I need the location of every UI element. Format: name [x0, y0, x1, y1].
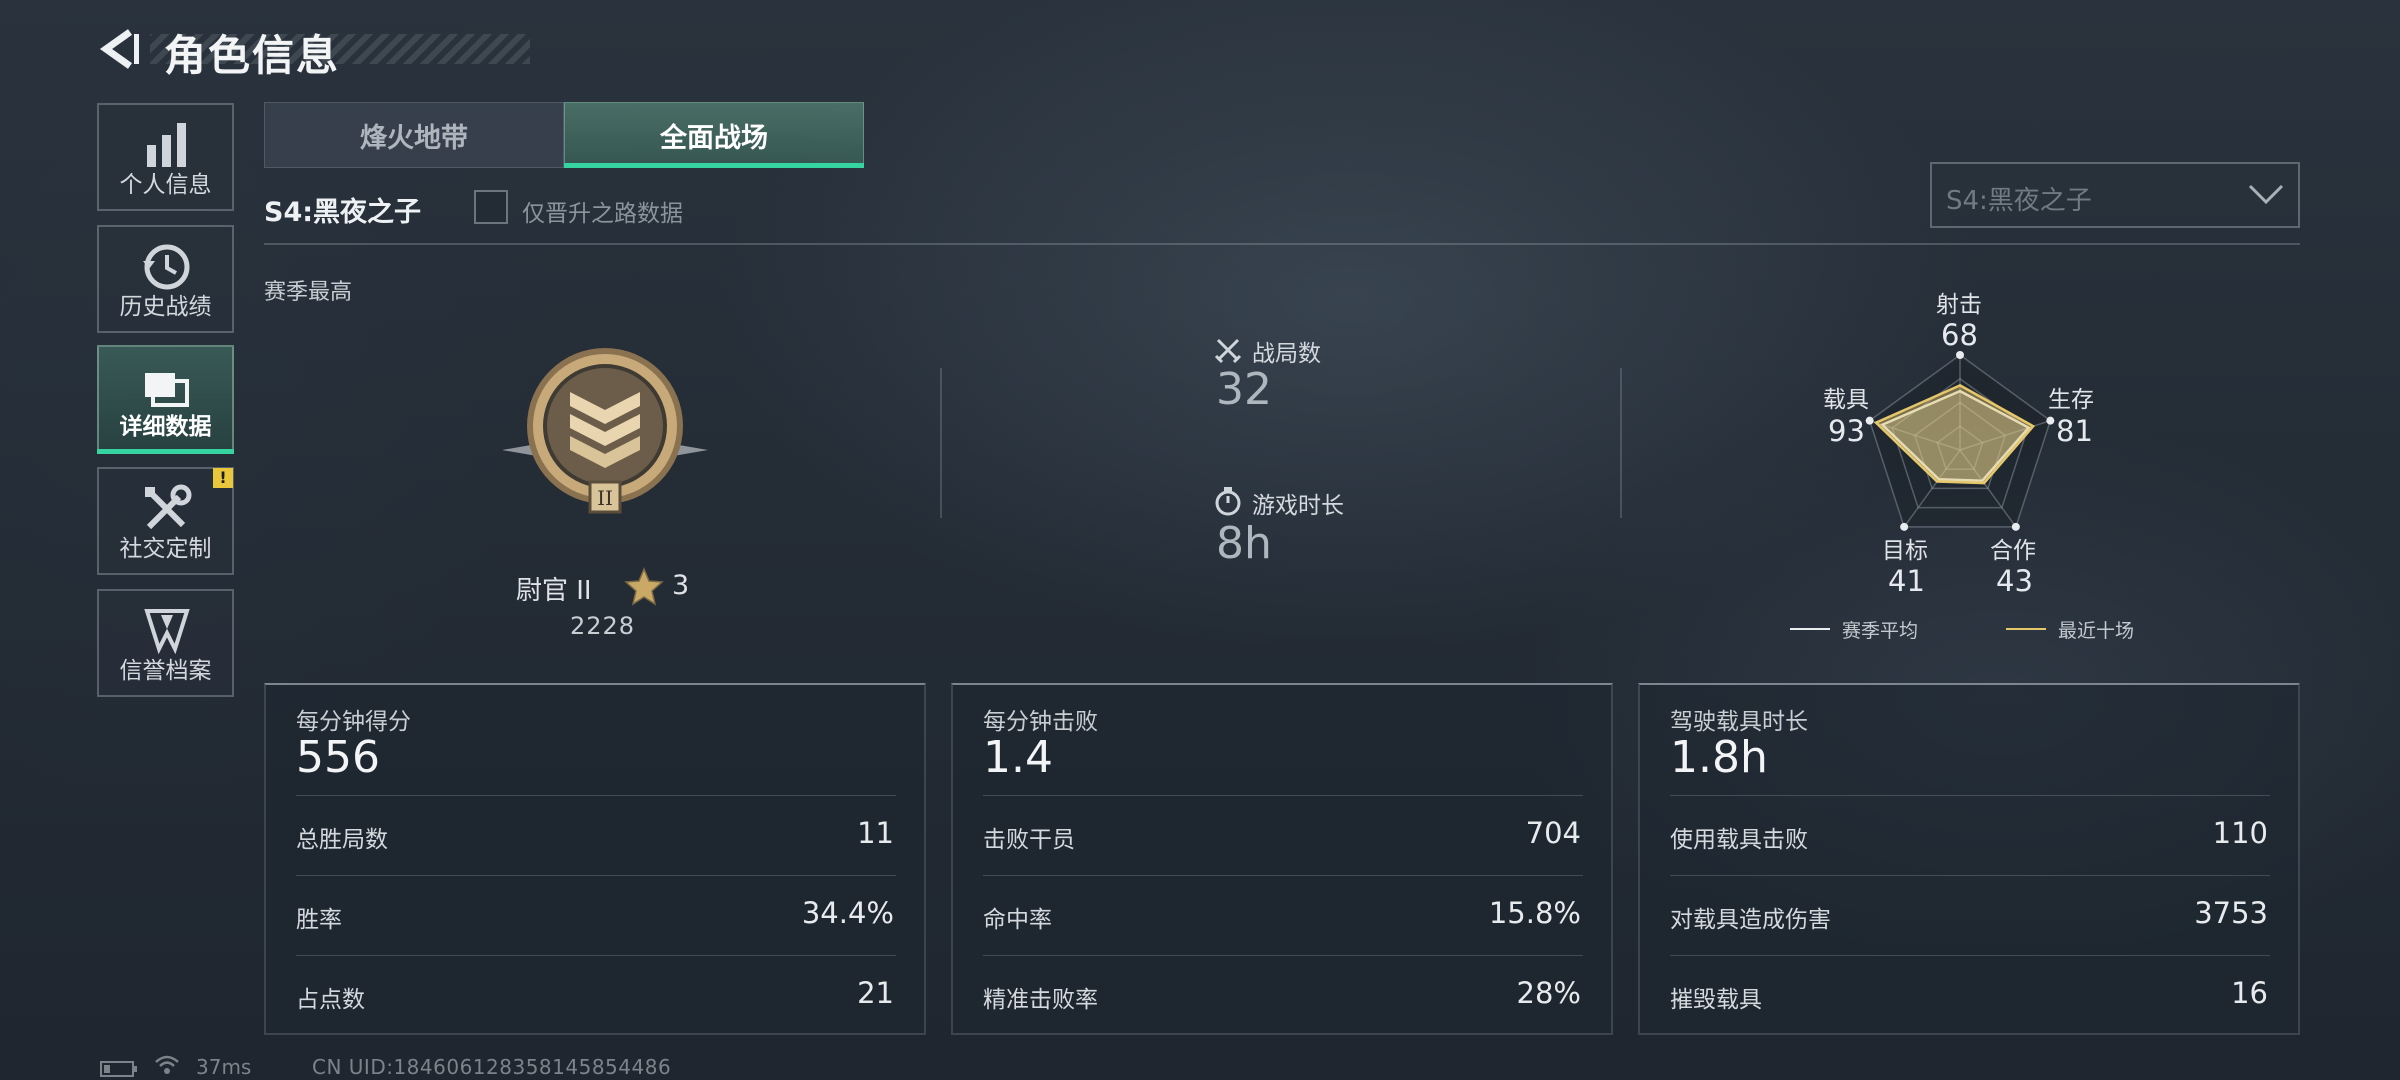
stat-row-value: 110 — [2212, 816, 2268, 850]
divider — [1670, 955, 2270, 956]
rank-name: 尉官 II — [516, 576, 592, 606]
playtime-label: 游戏时长 — [1252, 493, 1344, 519]
divider — [1620, 368, 1622, 518]
radar-axis-label: 目标 — [1882, 538, 1928, 564]
radar-axis-dot — [1900, 522, 1909, 531]
promotion-only-checkbox[interactable] — [474, 190, 508, 224]
matches-value: 32 — [1216, 364, 1272, 415]
stat-row-label: 总胜局数 — [296, 827, 388, 853]
sidebar-item-history[interactable]: 历史战绩 — [97, 225, 234, 333]
wifi-icon — [155, 1055, 179, 1074]
playtime-value: 8h — [1216, 518, 1272, 569]
page-title: 角色信息 — [164, 31, 341, 80]
battery-icon — [100, 1061, 137, 1077]
stat-row-value: 21 — [857, 976, 894, 1010]
season-name: S4:黑夜之子 — [264, 197, 422, 228]
stat-row-value: 34.4% — [801, 896, 894, 930]
checkbox-label: 仅晋升之路数据 — [522, 201, 683, 227]
tab-active-indicator — [564, 163, 864, 168]
stat-row-label: 摧毁载具 — [1670, 987, 1762, 1013]
radar-axis-dot — [2011, 522, 2020, 531]
tab-all-out-warfare[interactable]: 全面战场 — [564, 102, 864, 168]
radar-axis-label: 生存 — [2048, 387, 2094, 413]
stat-row-label: 击败干员 — [983, 827, 1075, 853]
history-clock-icon — [143, 244, 190, 290]
radar-axis-dot — [1956, 351, 1964, 359]
stat-row-value: 704 — [1525, 816, 1581, 850]
stat-row-label: 对载具造成伤害 — [1670, 907, 1831, 933]
crossed-swords-icon — [1214, 338, 1242, 364]
radar-axis-dot — [1865, 416, 1874, 425]
notification-badge: ! — [213, 468, 233, 488]
sidebar-item-details[interactable]: 详细数据 — [97, 345, 234, 453]
network-ping: 37ms — [196, 1055, 252, 1079]
radar-axis-value: 43 — [1996, 564, 2033, 598]
radar-axis-value: 93 — [1828, 414, 1865, 448]
radar-axis-label: 载具 — [1823, 387, 1869, 413]
stopwatch-icon — [1215, 487, 1241, 516]
panel-title: 驾驶载具时长 — [1670, 709, 1808, 735]
stat-row-value: 11 — [857, 816, 894, 850]
divider — [296, 875, 896, 876]
panel-title: 每分钟击败 — [983, 709, 1098, 735]
svg-text:II: II — [597, 486, 613, 510]
radar-axis-label: 射击 — [1936, 292, 1982, 318]
tools-icon — [145, 484, 192, 530]
divider — [296, 795, 896, 796]
cards-icon — [145, 373, 189, 407]
radar-axis-dot — [2046, 416, 2055, 425]
radar-axis-value: 68 — [1941, 318, 1978, 352]
divider — [940, 368, 942, 518]
stat-row-label: 占点数 — [296, 987, 365, 1013]
divider — [983, 795, 1583, 796]
season-select-value: S4:黑夜之子 — [1946, 186, 2092, 216]
star-icon — [624, 567, 664, 606]
sidebar-active-indicator — [97, 449, 234, 454]
bar-chart-icon — [147, 123, 186, 167]
legend-label-average: 赛季平均 — [1842, 620, 1919, 642]
player-uid: CN UID:1846061283581458544​86 — [312, 1055, 672, 1079]
divider — [983, 875, 1583, 876]
stat-row-label: 命中率 — [983, 907, 1052, 933]
radar-axis-value: 81 — [2056, 414, 2093, 448]
stat-row-value: 3753 — [2194, 896, 2268, 930]
panel-main-value: 1.8h — [1670, 732, 1768, 783]
divider — [1670, 875, 2270, 876]
legend-label-recent: 最近十场 — [2058, 620, 2135, 642]
sidebar-item-profile[interactable]: 个人信息 — [97, 103, 234, 211]
stat-row-value: 28% — [1516, 976, 1581, 1010]
stat-row-value: 16 — [2231, 976, 2268, 1010]
divider — [264, 243, 2300, 245]
rank-star-count: 3 — [672, 570, 690, 601]
panel-title: 每分钟得分 — [296, 709, 411, 735]
shield-emblem-icon — [144, 609, 190, 655]
stat-row-label: 胜率 — [296, 907, 342, 933]
matches-label: 战局数 — [1252, 341, 1321, 367]
rank-points: 2228 — [570, 612, 636, 640]
legend-swatch-recent — [2006, 628, 2046, 630]
panel-main-value: 556 — [296, 732, 380, 783]
divider — [983, 955, 1583, 956]
back-arrow-icon[interactable] — [96, 24, 146, 74]
stat-row-label: 使用载具击败 — [1670, 827, 1808, 853]
chevron-down-icon — [2248, 184, 2284, 205]
panel-main-value: 1.4 — [983, 732, 1053, 783]
stat-row-value: 15.8% — [1488, 896, 1581, 930]
rank-emblem-icon: II — [502, 348, 708, 514]
stat-row-label: 精准击败率 — [983, 987, 1098, 1013]
sidebar-item-reputation[interactable]: 信誉档案 — [97, 589, 234, 697]
legend-swatch-average — [1790, 628, 1830, 630]
season-best-label: 赛季最高 — [264, 280, 353, 305]
tab-firezone[interactable]: 烽火地带 — [264, 102, 564, 168]
radar-axis-label: 合作 — [1990, 538, 2036, 564]
divider — [1670, 795, 2270, 796]
radar-axis-value: 41 — [1888, 564, 1925, 598]
divider — [296, 955, 896, 956]
